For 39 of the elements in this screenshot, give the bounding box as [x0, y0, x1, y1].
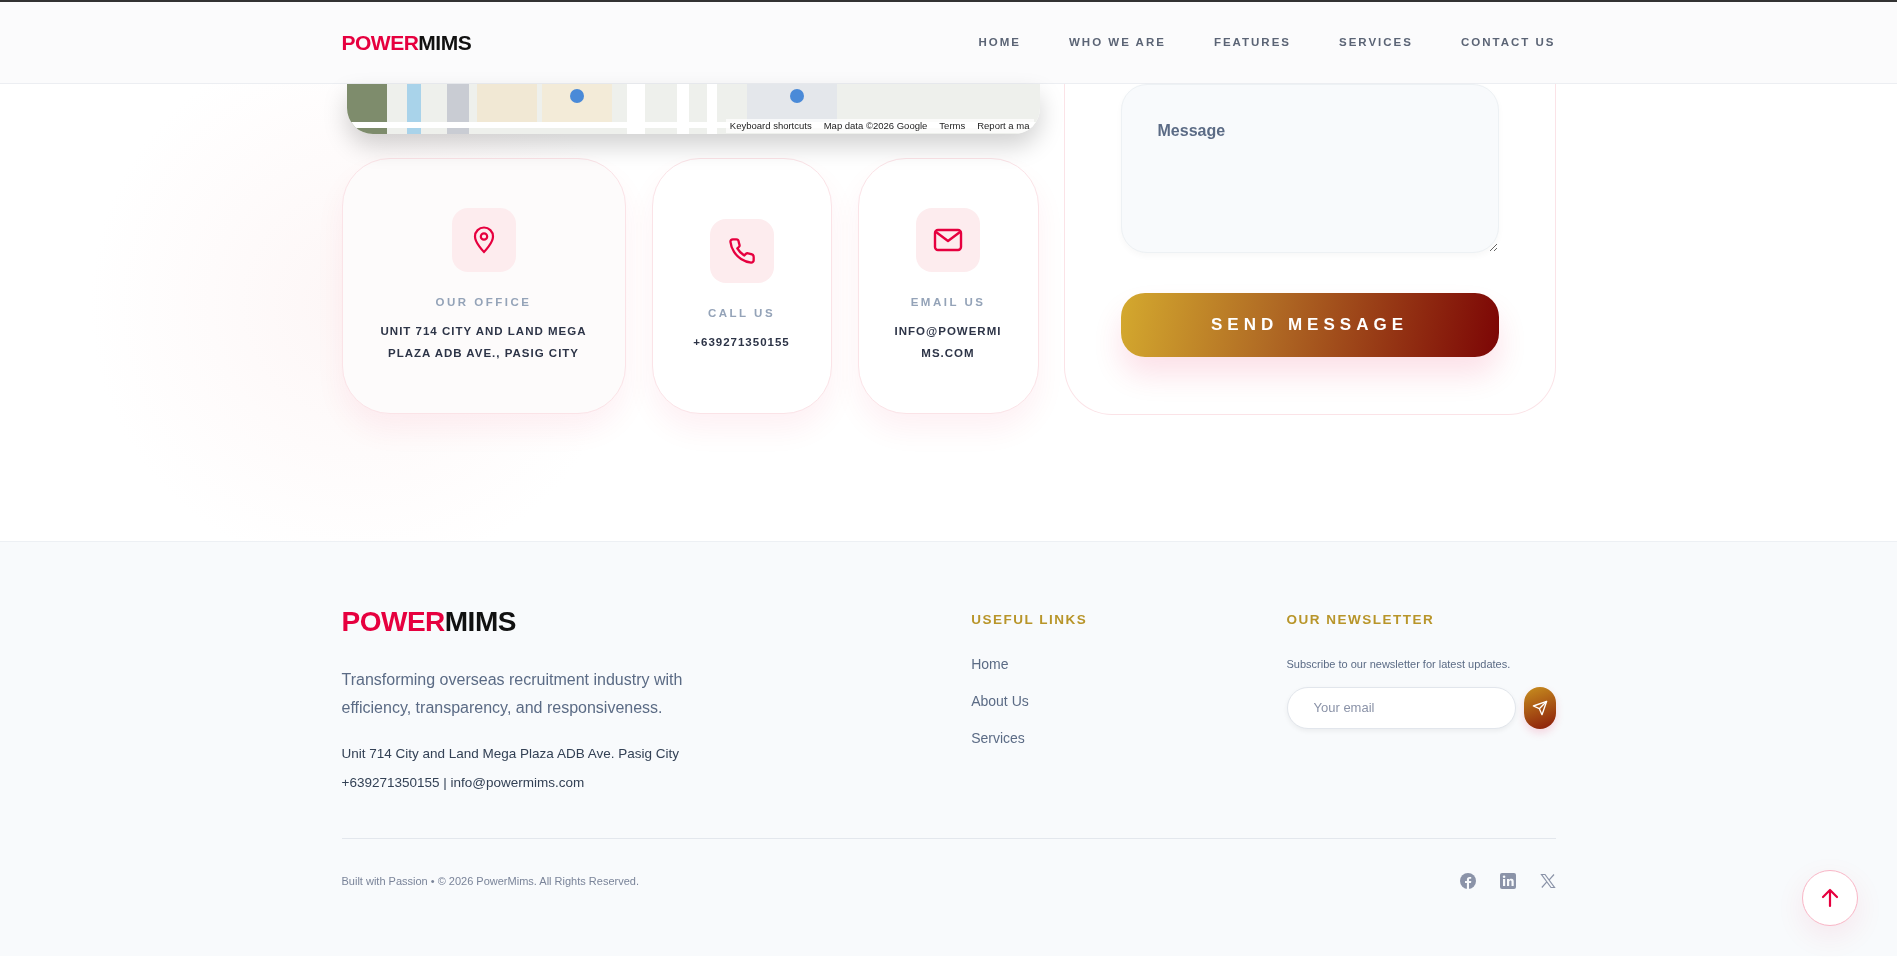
send-icon: [1531, 699, 1548, 716]
address-text: Unit 714 City and Land Mega Plaza ADB Ave. Pasig City: [341, 745, 680, 763]
nav-link[interactable]: HOME: [978, 33, 1021, 52]
envelope-icon: [933, 228, 963, 253]
message-field[interactable]: Message: [1120, 84, 1499, 253]
logo[interactable]: POWERMIMS: [341, 608, 516, 636]
nav-link[interactable]: CONTACT US: [1460, 33, 1556, 52]
card-title: CALL US: [707, 306, 776, 322]
x-icon[interactable]: [1539, 872, 1556, 889]
card-title: OUR OFFICE: [435, 295, 532, 311]
footer-link[interactable]: Services: [971, 728, 1287, 750]
footer-link[interactable]: About Us: [971, 691, 1287, 713]
footer-link[interactable]: Home: [971, 654, 1287, 676]
nav-link[interactable]: FEATURES: [1213, 33, 1291, 52]
nav-link[interactable]: SERVICES: [1339, 33, 1413, 52]
phone-icon: [727, 237, 756, 266]
card-text: UNIT 714 CITY AND LAND MEGA PLAZA ADB AVE., PASIG CITY: [379, 323, 588, 361]
email-field[interactable]: Your email: [1286, 686, 1516, 729]
map-attribution-link[interactable]: Keyboard shortcuts: [729, 118, 812, 133]
map-attribution-link[interactable]: Map data ©2026 Google: [823, 118, 928, 133]
map-attribution-link[interactable]: Terms: [939, 118, 966, 133]
facebook-icon[interactable]: [1459, 872, 1476, 889]
arrow-up-icon: [1821, 888, 1839, 908]
tagline: Transforming overseas recruitment industry with efficiency, transparency, and responsiveness.: [341, 670, 684, 718]
card-title: EMAIL US: [910, 295, 986, 311]
card-text: +639271350155: [693, 334, 790, 350]
subscribe-button[interactable]: [1523, 686, 1556, 729]
card-text: INFO@POWERMIMS.COM: [893, 323, 1003, 361]
send-message-button[interactable]: SEND MESSAGE: [1120, 293, 1499, 357]
section-heading: OUR NEWSLETTER: [1286, 611, 1436, 629]
location-pin-icon: [471, 226, 496, 255]
contact-text: +639271350155 | info@powermims.com: [341, 774, 586, 793]
linkedin-icon[interactable]: [1499, 872, 1516, 889]
nav-link[interactable]: WHO WE ARE: [1069, 33, 1166, 52]
copyright-text: Built with Passion • © 2026 PowerMims. All Rights Reserved.: [341, 873, 639, 889]
newsletter-text: Subscribe to our newsletter for latest updates.: [1286, 657, 1512, 673]
map-attribution-link[interactable]: Report a ma: [977, 118, 1030, 133]
logo[interactable]: POWERMIMS: [341, 32, 472, 53]
section-heading: USEFUL LINKS: [971, 611, 1089, 629]
